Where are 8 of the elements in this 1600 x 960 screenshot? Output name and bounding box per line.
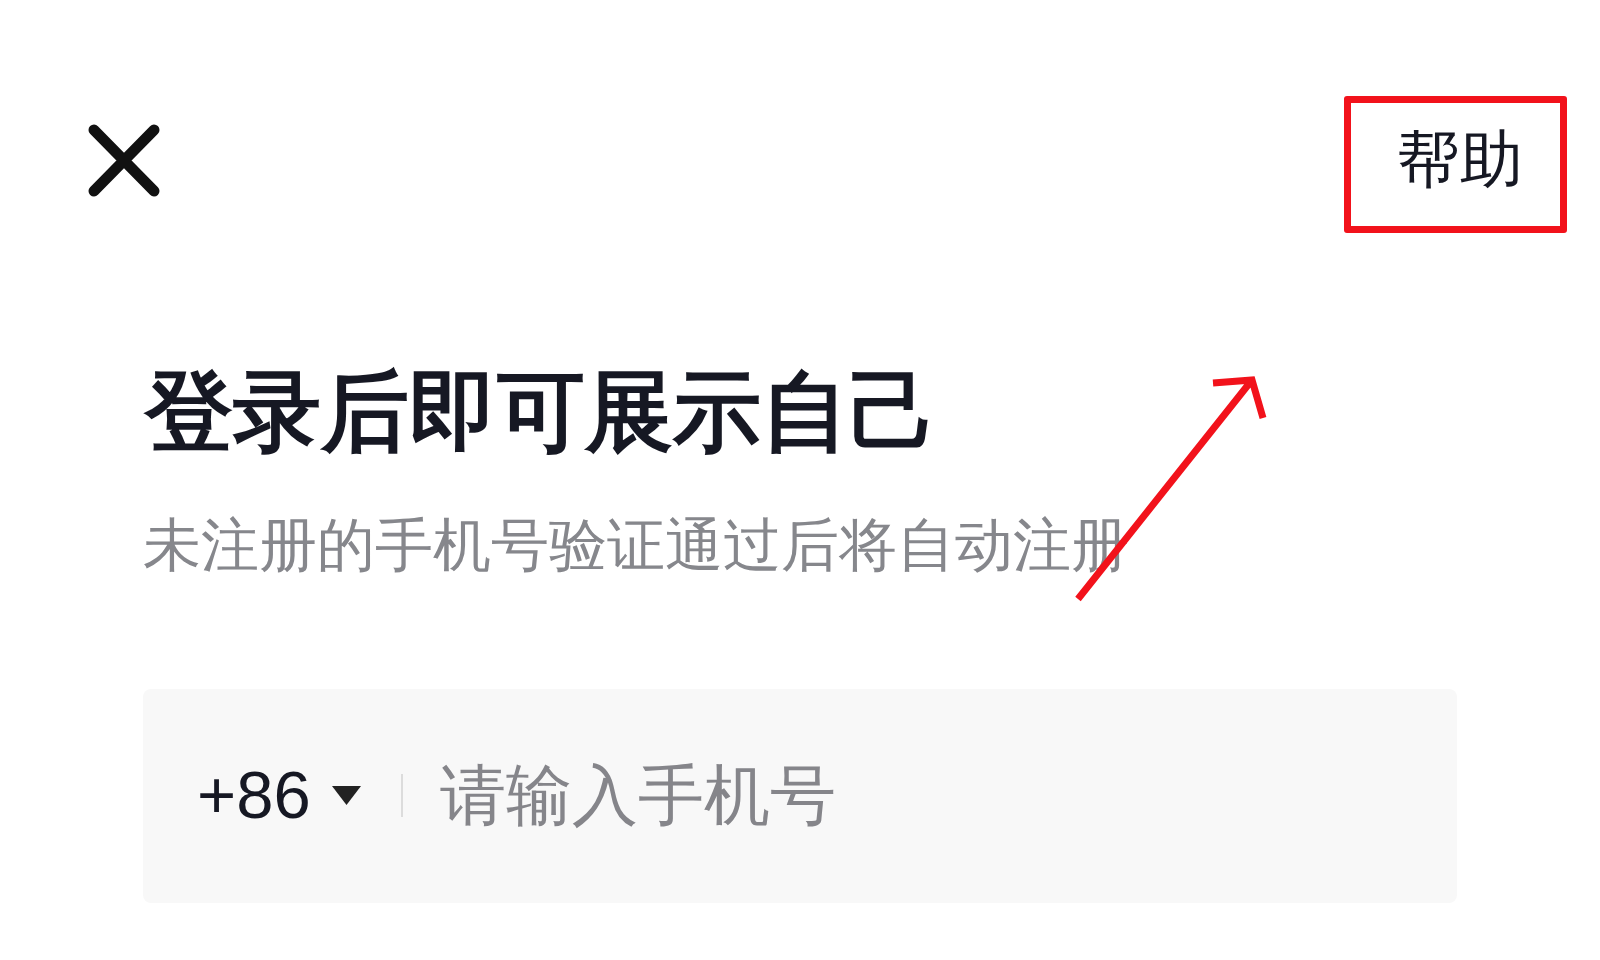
page-title: 登录后即可展示自己 bbox=[145, 359, 937, 465]
caret-icon bbox=[331, 786, 361, 806]
close-button[interactable] bbox=[88, 123, 160, 197]
phone-field[interactable]: +86 请输入手机号 bbox=[143, 688, 1457, 903]
close-icon bbox=[88, 123, 160, 197]
help-button[interactable]: 帮助 bbox=[1381, 119, 1539, 201]
country-code-selector[interactable]: +86 bbox=[197, 755, 361, 836]
phone-number-input[interactable]: 请输入手机号 bbox=[439, 756, 1417, 836]
